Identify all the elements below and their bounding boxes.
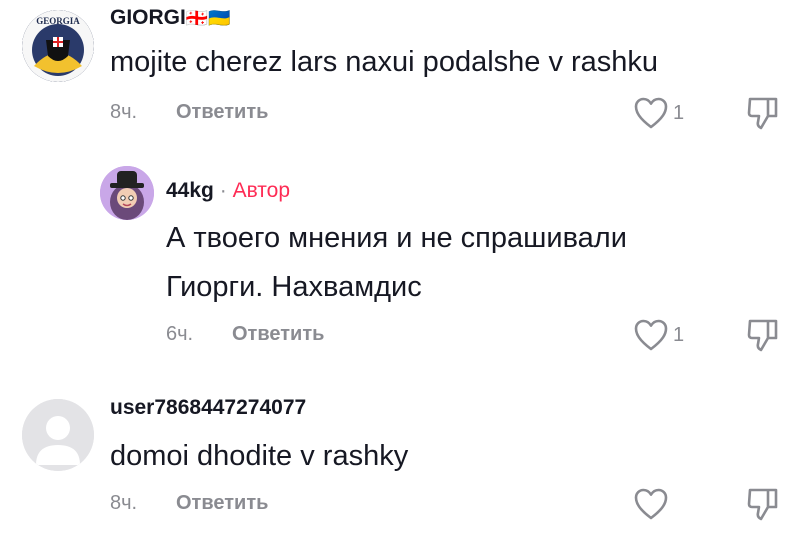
heart-outline-icon [634, 97, 668, 129]
heart-outline-icon [634, 488, 668, 520]
reply-button[interactable]: Ответить [176, 101, 268, 124]
username-text[interactable]: 44kg [166, 179, 214, 202]
avatar-44kg[interactable] [100, 166, 154, 220]
reply-button[interactable]: Ответить [176, 492, 268, 515]
like-count: 1 [673, 101, 685, 124]
flag-icons: 🇬🇪🇺🇦 [185, 8, 231, 28]
like-button[interactable]: 1 [633, 318, 684, 352]
georgia-emblem-icon: GEORGIA [22, 10, 94, 82]
like-count: 1 [673, 323, 685, 346]
username[interactable]: 44kg · Автор [166, 179, 290, 203]
comment-text: domoi dhodite v rashky [110, 440, 409, 472]
dislike-button[interactable] [746, 317, 780, 358]
thumbs-down-outline-icon [747, 319, 778, 352]
cartoon-avatar-icon [100, 166, 154, 220]
heart-outline-icon [634, 319, 668, 351]
comment-text-line-2: Гиорги. Нахвамдис [166, 271, 422, 303]
separator-dot: · [219, 179, 227, 202]
thumbs-down-outline-icon [747, 488, 778, 521]
username-text[interactable]: GIORGI [110, 6, 186, 29]
author-badge: Автор [232, 179, 291, 202]
thumbs-down-outline-icon [747, 97, 778, 130]
comment-time: 6ч. [166, 323, 194, 345]
comment-text-line-1: А твоего мнения и не спрашивали [166, 222, 627, 254]
reply-button[interactable]: Ответить [232, 323, 324, 346]
username[interactable]: user7868447274077 [110, 396, 306, 420]
default-user-icon [22, 399, 94, 471]
comment-time: 8ч. [110, 492, 138, 514]
username[interactable]: GIORGI🇬🇪🇺🇦 [110, 6, 231, 30]
comment-time: 8ч. [110, 101, 138, 123]
comment-text: mojite cherez lars naxui podalshe v rash… [110, 46, 659, 78]
avatar-giorgi[interactable]: GEORGIA [22, 10, 94, 82]
comment-3: user7868447274077 domoi dhodite v rashky… [0, 385, 808, 535]
avatar-default[interactable] [22, 399, 94, 471]
comment-1: GEORGIA GIORGI🇬🇪🇺🇦 mojite cherez lars na… [0, 0, 808, 140]
svg-text:GEORGIA: GEORGIA [36, 16, 80, 26]
comment-2-reply: 44kg · Автор А твоего мнения и не спраши… [0, 160, 808, 360]
like-button[interactable] [633, 487, 673, 521]
dislike-button[interactable] [746, 95, 780, 136]
dislike-button[interactable] [746, 486, 780, 527]
like-button[interactable]: 1 [633, 96, 684, 130]
